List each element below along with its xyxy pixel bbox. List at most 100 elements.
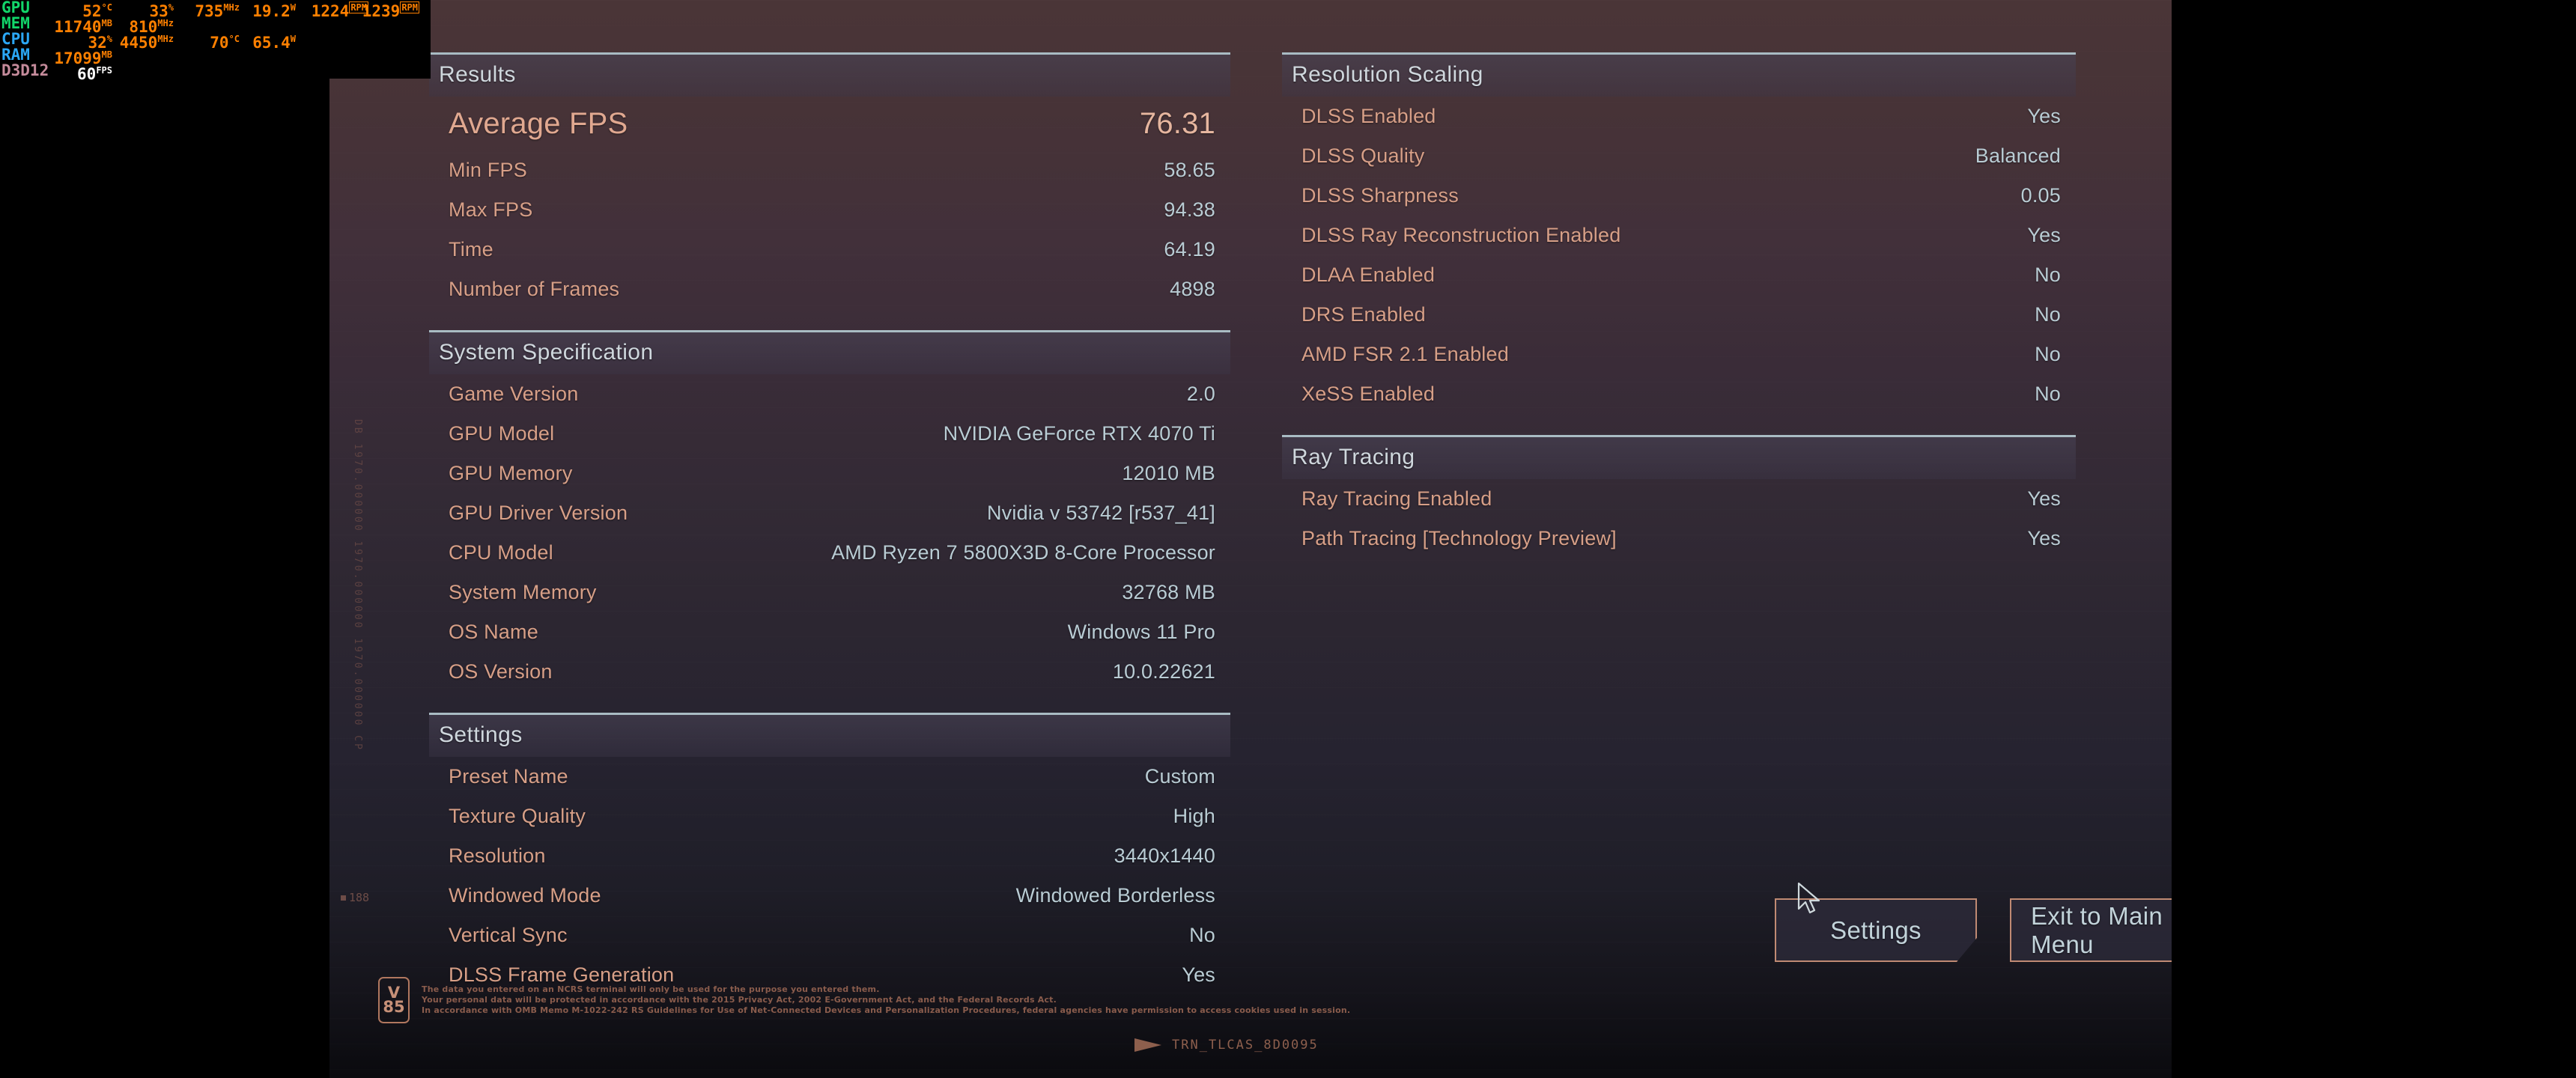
table-row: OS Name Windows 11 Pro <box>429 612 1230 652</box>
table-row: Resolution 3440x1440 <box>429 836 1230 876</box>
legal-text: The data you entered on an NCRS terminal… <box>422 984 1350 1016</box>
row-label: Vertical Sync <box>449 924 568 947</box>
row-value: No <box>2035 343 2061 366</box>
osd-row: GPU52°C33%735MHz19.2W1224RPM1239RPM <box>0 0 431 16</box>
section-resolution-scaling: Resolution Scaling DLSS Enabled Yes DLSS… <box>1282 52 2076 414</box>
right-settings-column: Resolution Scaling DLSS Enabled Yes DLSS… <box>1282 52 2076 558</box>
row-value: 94.38 <box>1164 198 1215 222</box>
table-row: Time 64.19 <box>429 230 1230 270</box>
row-value: 32768 MB <box>1122 581 1215 604</box>
row-label: GPU Driver Version <box>449 502 628 525</box>
section-ray-tracing: Ray Tracing Ray Tracing Enabled Yes Path… <box>1282 435 2076 558</box>
table-row: Texture Quality High <box>429 797 1230 836</box>
table-row: DLAA Enabled No <box>1282 255 2076 295</box>
row-label: Texture Quality <box>449 805 586 828</box>
table-row: Number of Frames 4898 <box>429 270 1230 309</box>
table-row: AMD FSR 2.1 Enabled No <box>1282 335 2076 374</box>
row-value: No <box>1189 924 1215 947</box>
section-header-ray-tracing: Ray Tracing <box>1282 435 2076 479</box>
table-row: Min FPS 58.65 <box>429 150 1230 190</box>
osd-row: MEM11740MB810MHz <box>0 16 431 31</box>
osd-row: RAM17099MB <box>0 47 431 63</box>
row-label: CPU Model <box>449 541 553 564</box>
row-label: GPU Memory <box>449 462 573 485</box>
row-label: DRS Enabled <box>1301 303 1426 326</box>
section-system-specification: System Specification Game Version 2.0 GP… <box>429 330 1230 692</box>
row-value: Yes <box>2027 487 2061 511</box>
row-label: Time <box>449 238 493 261</box>
row-value: 64.19 <box>1164 238 1215 261</box>
table-row: Average FPS 76.31 <box>429 97 1230 150</box>
row-value: Windowed Borderless <box>1016 884 1215 907</box>
hardware-monitor-osd: GPU52°C33%735MHz19.2W1224RPM1239RPMMEM11… <box>0 0 431 79</box>
table-row: Preset Name Custom <box>429 757 1230 797</box>
row-value: Yes <box>2027 105 2061 128</box>
row-value: Yes <box>2027 527 2061 550</box>
table-row: GPU Memory 12010 MB <box>429 454 1230 493</box>
section-header-settings: Settings <box>429 713 1230 757</box>
row-label: GPU Model <box>449 422 554 445</box>
osd-value-unit: FPS <box>96 65 112 76</box>
table-row: OS Version 10.0.22621 <box>429 652 1230 692</box>
system-specification-rows: Game Version 2.0 GPU Model NVIDIA GeForc… <box>429 374 1230 692</box>
osd-value-unit: RPM <box>400 1 419 13</box>
table-row: GPU Model NVIDIA GeForce RTX 4070 Ti <box>429 414 1230 454</box>
row-value: 76.31 <box>1140 107 1215 141</box>
table-row: DLSS Ray Reconstruction Enabled Yes <box>1282 216 2076 255</box>
row-value: 2.0 <box>1187 383 1215 406</box>
table-row: GPU Driver Version Nvidia v 53742 [r537_… <box>429 493 1230 533</box>
row-value: No <box>2035 303 2061 326</box>
row-label: Average FPS <box>449 107 628 141</box>
exit-to-main-menu-button[interactable]: Exit to Main Menu <box>2010 898 2172 962</box>
square-dot-icon <box>341 895 346 901</box>
table-row: Windowed Mode Windowed Borderless <box>429 876 1230 916</box>
table-row: Game Version 2.0 <box>429 374 1230 414</box>
action-button-group: Settings Exit to Main Menu <box>1775 898 2172 962</box>
section-header-resolution-scaling: Resolution Scaling <box>1282 52 2076 97</box>
row-label: OS Name <box>449 621 538 644</box>
row-value: 0.05 <box>2021 184 2061 207</box>
results-rows: Average FPS 76.31 Min FPS 58.65 Max FPS … <box>429 97 1230 309</box>
row-label: DLSS Ray Reconstruction Enabled <box>1301 224 1620 247</box>
footer-build-code-label: TRN_TLCAS_8D0095 <box>1172 1038 1319 1053</box>
screen-root: Results Average FPS 76.31 Min FPS 58.65 … <box>0 0 2576 1078</box>
osd-row: D3D1260FPS <box>0 63 431 79</box>
row-value: No <box>2035 264 2061 287</box>
row-label: Max FPS <box>449 198 532 222</box>
row-value: 4898 <box>1170 278 1215 301</box>
row-value: Yes <box>2027 224 2061 247</box>
hud-vertical-telemetry: DB 1970.000000 1970.000000 1970.000000 C… <box>352 419 363 752</box>
row-value: 12010 MB <box>1122 462 1215 485</box>
legal-line: In accordance with OMB Memo M-1022-242 R… <box>422 1005 1350 1016</box>
row-value: NVIDIA GeForce RTX 4070 Ti <box>944 422 1215 445</box>
row-label: AMD FSR 2.1 Enabled <box>1301 343 1509 366</box>
osd-value-unit: W <box>291 34 296 44</box>
row-label: XeSS Enabled <box>1301 383 1435 406</box>
row-value: Custom <box>1145 765 1215 788</box>
osd-value-unit: MB <box>102 49 112 60</box>
row-value: Windows 11 Pro <box>1068 621 1215 644</box>
row-value: 3440x1440 <box>1114 844 1215 868</box>
osd-value-unit: MHz <box>157 18 174 28</box>
row-label: DLSS Enabled <box>1301 105 1436 128</box>
legal-disclaimer-block: V 85 The data you entered on an NCRS ter… <box>378 977 1350 1023</box>
settings-rows: Preset Name Custom Texture Quality High … <box>429 757 1230 995</box>
osd-value: 60FPS <box>22 63 112 82</box>
row-label: Preset Name <box>449 765 568 788</box>
section-header-results: Results <box>429 52 1230 97</box>
left-results-column: Results Average FPS 76.31 Min FPS 58.65 … <box>429 52 1230 995</box>
hud-mark-left: 188 <box>341 891 369 904</box>
table-row: CPU Model AMD Ryzen 7 5800X3D 8-Core Pro… <box>429 533 1230 573</box>
row-label: Number of Frames <box>449 278 619 301</box>
triangle-marker-icon <box>1134 1038 1161 1052</box>
table-row: DLSS Quality Balanced <box>1282 136 2076 176</box>
row-value: No <box>2035 383 2061 406</box>
ncrs-logo-badge: V 85 <box>378 977 410 1023</box>
row-value: AMD Ryzen 7 5800X3D 8-Core Processor <box>831 541 1215 564</box>
legal-line: The data you entered on an NCRS terminal… <box>422 984 1350 995</box>
row-label: Min FPS <box>449 159 527 182</box>
table-row: System Memory 32768 MB <box>429 573 1230 612</box>
table-row: DLSS Sharpness 0.05 <box>1282 176 2076 216</box>
mouse-cursor-icon <box>1797 882 1823 918</box>
hud-mark-left-label: 188 <box>349 891 369 904</box>
